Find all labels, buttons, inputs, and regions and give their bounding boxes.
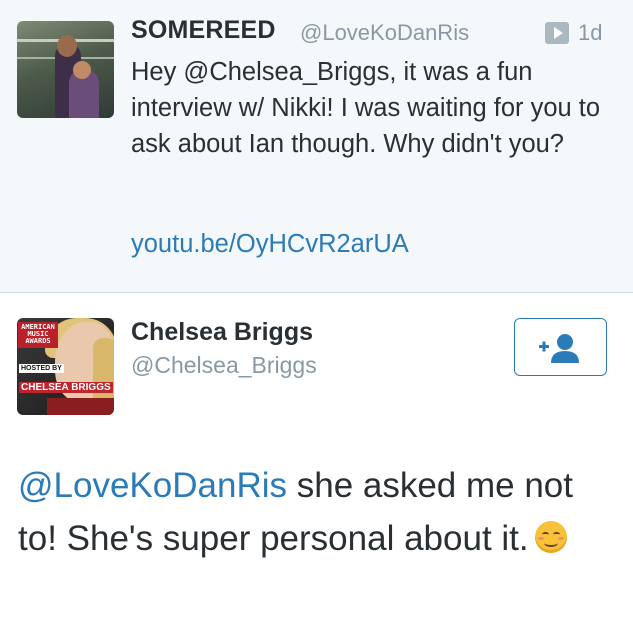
awards-logo: AMERICAN MUSIC AWARDS bbox=[18, 322, 58, 348]
divider bbox=[0, 292, 633, 293]
avatar[interactable]: AMERICAN MUSIC AWARDS HOSTED BY CHELSEA … bbox=[17, 318, 114, 415]
follow-button[interactable] bbox=[514, 318, 607, 376]
avatar-detail bbox=[57, 35, 77, 57]
hosted-by-label: HOSTED BY bbox=[19, 364, 64, 373]
tweet-text: Hey @Chelsea_Briggs, it was a fun interv… bbox=[131, 58, 601, 158]
display-name[interactable]: SOMEREED bbox=[131, 16, 276, 45]
avatar-detail bbox=[73, 61, 91, 79]
avatar[interactable] bbox=[17, 21, 114, 118]
timestamp[interactable]: 1d bbox=[578, 20, 602, 46]
tweet-somereed[interactable]: SOMEREED @LoveKoDanRis 1d Hey @Chelsea_B… bbox=[0, 0, 633, 292]
user-handle[interactable]: @Chelsea_Briggs bbox=[131, 352, 317, 379]
user-handle[interactable]: @LoveKoDanRis bbox=[300, 20, 469, 46]
avatar-detail bbox=[47, 398, 114, 415]
mention-link[interactable]: @LoveKoDanRis bbox=[18, 466, 287, 505]
add-user-icon bbox=[539, 334, 579, 363]
host-name-label: CHELSEA BRIGGS bbox=[19, 382, 113, 393]
play-icon bbox=[545, 22, 569, 44]
tweet-link[interactable]: youtu.be/OyHCvR2arUA bbox=[131, 230, 409, 259]
tweet-text: @LoveKoDanRis she asked me not to! She's… bbox=[18, 459, 618, 565]
smiling-face-icon bbox=[534, 521, 567, 553]
display-name[interactable]: Chelsea Briggs bbox=[131, 318, 313, 347]
